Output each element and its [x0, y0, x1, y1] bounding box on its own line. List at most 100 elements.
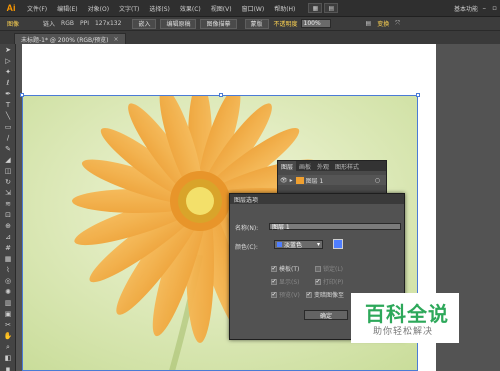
color-select-value: 淡蓝色	[284, 242, 303, 249]
shape-builder-icon[interactable]: ⊕	[1, 221, 15, 231]
tools-panel: ➤ ▷ ✦ ℓ ✒ T ╲ ▭ ∕ ✎ ◢ ◫ ↻ ⇲ ≋ ⊡ ⊕ ⊿ # ▦ …	[0, 44, 16, 371]
menu-effect[interactable]: 效果(C)	[175, 4, 206, 13]
eyedropper-icon[interactable]: ⌇	[1, 265, 15, 275]
preview-checkbox[interactable]: ✓ 预览(V)	[271, 290, 300, 299]
direct-selection-tool-icon[interactable]: ▷	[1, 56, 15, 66]
color-mode-label: RGB	[61, 20, 74, 27]
hand-tool-icon[interactable]: ✋	[1, 331, 15, 341]
close-icon[interactable]: ×	[114, 36, 119, 43]
isolate-icon[interactable]: ⤧	[392, 20, 403, 28]
layer-name-input[interactable]: 图层 1	[269, 223, 401, 231]
arrange-documents-icon[interactable]: ▤	[324, 3, 339, 13]
menu-edit[interactable]: 编辑(E)	[52, 4, 82, 13]
edit-original-button[interactable]: 编辑原稿	[160, 18, 197, 29]
blob-brush-icon[interactable]: ◢	[1, 155, 15, 165]
tab-layers[interactable]: 图层	[278, 161, 297, 171]
layer-thumbnail	[295, 176, 304, 184]
perspective-grid-icon[interactable]: ⊿	[1, 232, 15, 242]
width-tool-icon[interactable]: ≋	[1, 199, 15, 209]
pen-tool-icon[interactable]: ✒	[1, 89, 15, 99]
layer-row[interactable]: 👁 ▸ 图层 1 ○	[278, 175, 386, 185]
magic-wand-icon[interactable]: ✦	[1, 67, 15, 77]
ppi-label: PPI	[79, 20, 89, 27]
checkmark-icon: ✓	[271, 278, 277, 285]
checkbox-icon	[315, 265, 321, 272]
name-label: 名称(N):	[235, 225, 259, 232]
show-checkbox[interactable]: ✓ 显示(S)	[271, 277, 300, 286]
ppi-value: 127x132	[94, 20, 122, 27]
gradient-tool-icon[interactable]: ▦	[1, 254, 15, 264]
image-trace-button[interactable]: 图像描摹	[200, 18, 237, 29]
menu-window[interactable]: 窗口(W)	[237, 4, 270, 13]
mask-button[interactable]: 蒙版	[244, 18, 269, 29]
expand-triangle-icon[interactable]: ▸	[290, 177, 293, 184]
menu-file[interactable]: 文件(F)	[22, 4, 52, 13]
fill-stroke-icon[interactable]: ◧	[1, 353, 15, 363]
selection-tool-icon[interactable]: ➤	[1, 45, 15, 55]
checkmark-icon: ✓	[315, 278, 321, 285]
checkmark-icon: ✓	[271, 291, 277, 298]
zoom-tool-icon[interactable]: ⌕	[1, 342, 15, 352]
scale-icon[interactable]: ⇲	[1, 188, 15, 198]
artboard-tool-icon[interactable]: ▣	[1, 309, 15, 319]
line-tool-icon[interactable]: ╲	[1, 111, 15, 121]
color-select[interactable]: 淡蓝色 ▾	[274, 240, 323, 249]
opacity-label[interactable]: 不透明度	[271, 19, 301, 28]
tab-artboards[interactable]: 画板	[296, 162, 314, 171]
checkmark-icon: ✓	[306, 291, 312, 298]
column-graph-icon[interactable]: ▥	[1, 298, 15, 308]
color-swatch	[277, 242, 282, 247]
document-tab[interactable]: 未标题-1* @ 200% (RGB/预览) ×	[14, 33, 126, 44]
color-label: 颜色(C):	[235, 244, 258, 251]
tab-graphic-styles[interactable]: 图形样式	[332, 162, 362, 171]
layers-panel-tabs: 图层 画板 外观 图形样式	[278, 161, 386, 171]
menu-type[interactable]: 文字(T)	[114, 4, 144, 13]
embed-button[interactable]: 嵌入	[132, 18, 157, 29]
watermark-main-text: 百科全说	[365, 302, 449, 326]
eraser-icon[interactable]: ◫	[1, 166, 15, 176]
menu-object[interactable]: 对象(O)	[83, 4, 114, 13]
checkmark-icon: ✓	[271, 265, 277, 272]
bridge-button[interactable]: ▦	[308, 3, 323, 13]
color-mode-icon[interactable]: ▪	[1, 364, 15, 371]
template-checkbox[interactable]: ✓ 模板(T)	[271, 264, 299, 273]
paintbrush-icon[interactable]: ∕	[1, 133, 15, 143]
color-preview-swatch[interactable]	[333, 239, 343, 249]
document-tab-bar: 未标题-1* @ 200% (RGB/预览) ×	[0, 31, 500, 44]
visibility-eye-icon[interactable]: 👁	[280, 177, 288, 184]
menu-extra: ▦ ▤	[308, 3, 339, 13]
pencil-icon[interactable]: ✎	[1, 144, 15, 154]
chevron-down-icon: ▾	[316, 241, 320, 248]
type-tool-icon[interactable]: T	[1, 100, 15, 110]
dim-images-checkbox[interactable]: ✓ 变暗图像至	[306, 290, 344, 299]
rectangle-tool-icon[interactable]: ▭	[1, 122, 15, 132]
lasso-icon[interactable]: ℓ	[1, 78, 15, 88]
menu-items: 文件(F) 编辑(E) 对象(O) 文字(T) 选择(S) 效果(C) 视图(V…	[22, 4, 300, 13]
ok-button[interactable]: 确定	[304, 310, 348, 320]
opacity-input[interactable]: 100%	[300, 19, 331, 28]
restore-icon[interactable]: ▫	[492, 4, 497, 12]
free-transform-icon[interactable]: ⊡	[1, 210, 15, 220]
print-checkbox[interactable]: ✓ 打印(P)	[315, 277, 343, 286]
dialog-title: 图层选项	[230, 194, 404, 204]
link-label: 链入	[43, 21, 56, 28]
align-icon[interactable]: ▤	[363, 20, 375, 27]
tab-appearance[interactable]: 外观	[314, 162, 332, 171]
symbol-sprayer-icon[interactable]: ✺	[1, 287, 15, 297]
image-label: 图像	[7, 21, 20, 28]
mesh-tool-icon[interactable]: #	[1, 243, 15, 253]
lock-checkbox[interactable]: 锁定(L)	[315, 264, 343, 273]
menu-view[interactable]: 视图(V)	[206, 4, 237, 13]
rotate-icon[interactable]: ↻	[1, 177, 15, 187]
target-circle-icon[interactable]: ○	[375, 177, 380, 184]
menu-help[interactable]: 帮助(H)	[269, 4, 300, 13]
blend-tool-icon[interactable]: ◎	[1, 276, 15, 286]
menu-select[interactable]: 选择(S)	[144, 4, 175, 13]
minimize-icon[interactable]: –	[483, 4, 487, 12]
control-bar: 图像 链入 RGB PPI 127x132 嵌入 编辑原稿 图像描摹 蒙版 不透…	[0, 17, 500, 31]
workspace-switcher[interactable]: 基本功能	[454, 4, 478, 13]
slice-tool-icon[interactable]: ✂	[1, 320, 15, 330]
app-logo: Ai	[6, 3, 16, 13]
transform-label[interactable]: 变换	[374, 19, 392, 28]
watermark-sub-text: 助你轻松解决	[373, 327, 434, 337]
